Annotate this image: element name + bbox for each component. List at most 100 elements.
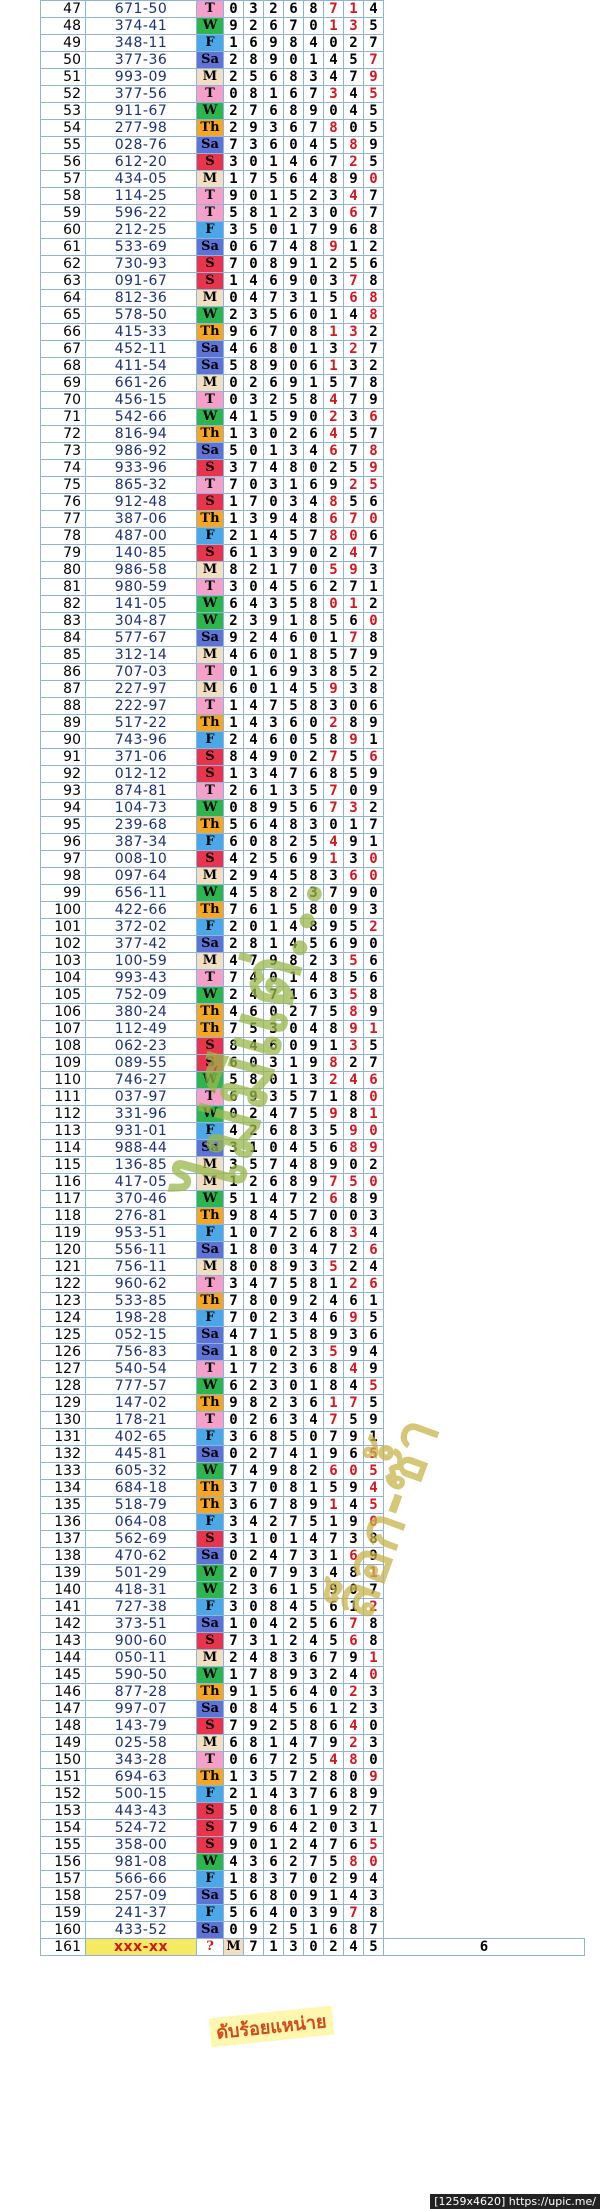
digit-cell: 2 — [283, 1632, 304, 1650]
digit-cell: 8 — [343, 136, 364, 154]
digit-cell: 1 — [223, 1173, 244, 1191]
digit-cell: 4 — [323, 425, 344, 443]
digit-cell: 0 — [243, 918, 264, 936]
digit-cell: 5 — [283, 187, 304, 205]
digit-cell: 7 — [243, 102, 264, 120]
digit-cell: 0 — [243, 1598, 264, 1616]
digit-cell: 6 — [223, 1054, 244, 1072]
digit-cell: 9 — [263, 510, 284, 528]
digit-cell: 4 — [363, 1870, 384, 1888]
table-row: 65 578-50 W 2 3 5 6 0 1 4 8 — [40, 306, 585, 324]
digit-cell: 3 — [243, 0, 264, 18]
table-row: 89 517-22 Th 1 4 3 6 0 2 8 9 — [40, 714, 585, 732]
digit-cell: 5 — [283, 697, 304, 715]
digit-cell: 0 — [243, 1054, 264, 1072]
digit-cell: 3 — [223, 1479, 244, 1497]
digit-cell: 7 — [323, 1836, 344, 1854]
digit-cell: 8 — [283, 459, 304, 477]
table-row: 74 933-96 S 3 7 4 8 0 2 5 9 — [40, 459, 585, 477]
digit-cell: 7 — [223, 255, 244, 273]
digit-cell: 5 — [363, 153, 384, 171]
row-number: 62 — [40, 255, 86, 273]
digit-cell: 2 — [263, 0, 284, 18]
digit-cell: 0 — [343, 1581, 364, 1599]
digit-cell: 7 — [263, 1751, 284, 1769]
row-number: 155 — [40, 1836, 86, 1854]
digit-cell: 7 — [223, 1819, 244, 1837]
digit-cell: 5 — [303, 1105, 324, 1123]
digit-cell: 8 — [323, 765, 344, 783]
row-number: 143 — [40, 1632, 86, 1650]
day-badge: F — [196, 731, 224, 749]
digit-cell: 1 — [243, 1683, 264, 1701]
digit-cell: 9 — [323, 1105, 344, 1123]
digit-cell: 7 — [263, 1496, 284, 1514]
day-badge: Th — [196, 901, 224, 919]
digit-cell: 2 — [363, 595, 384, 613]
table-row: 117 370-46 W 5 1 4 7 2 6 8 9 — [40, 1190, 585, 1208]
day-badge: S — [196, 1632, 224, 1650]
digit-cell: 2 — [243, 1105, 264, 1123]
digit-cell: 9 — [343, 1020, 364, 1038]
digit-cell: 5 — [303, 1751, 324, 1769]
digit-cell: 0 — [263, 646, 284, 664]
digit-cell: 4 — [323, 833, 344, 851]
table-row: 109 089-55 S 6 0 3 1 9 8 2 7 — [40, 1054, 585, 1072]
table-row: 150 343-28 T 0 6 7 2 5 4 8 0 — [40, 1751, 585, 1769]
digit-cell: 2 — [243, 1377, 264, 1395]
digit-cell: 3 — [343, 1530, 364, 1548]
result-pair: 417-05 — [85, 1173, 197, 1191]
table-row: 149 025-58 M 6 8 1 4 7 9 2 3 — [40, 1734, 585, 1752]
row-number: 125 — [40, 1326, 86, 1344]
digit-cell: 8 — [303, 0, 324, 18]
digit-cell: 4 — [223, 340, 244, 358]
digit-cell: 7 — [363, 1581, 384, 1599]
digit-cell: 9 — [283, 374, 304, 392]
digit-cell: 6 — [243, 782, 264, 800]
digit-cell: 4 — [363, 0, 384, 18]
table-row: 108 062-23 S 8 4 6 0 9 1 3 5 — [40, 1037, 585, 1055]
row-number: 137 — [40, 1530, 86, 1548]
digit-cell: 3 — [223, 1156, 244, 1174]
digit-cell: 5 — [303, 1615, 324, 1633]
table-row: 84 577-67 Sa 9 2 4 6 0 1 7 8 — [40, 629, 585, 647]
table-row: 129 147-02 Th 9 8 2 3 6 1 7 5 — [40, 1394, 585, 1412]
digit-cell: 0 — [283, 136, 304, 154]
digit-cell: 6 — [323, 1598, 344, 1616]
digit-cell: 4 — [263, 1207, 284, 1225]
digit-cell: 8 — [263, 833, 284, 851]
day-badge: M — [196, 374, 224, 392]
digit-cell: 7 — [343, 272, 364, 290]
row-number: 154 — [40, 1819, 86, 1837]
digit-cell: 4 — [303, 969, 324, 987]
digit-cell: 3 — [303, 1071, 324, 1089]
digit-cell: 4 — [263, 867, 284, 885]
result-pair: 578-50 — [85, 306, 197, 324]
digit-cell: 0 — [303, 408, 324, 426]
digit-cell: 5 — [363, 1462, 384, 1480]
digit-cell: 6 — [343, 1445, 364, 1463]
digit-cell: 6 — [323, 442, 344, 460]
digit-cell: 9 — [343, 731, 364, 749]
row-number: 47 — [40, 0, 86, 18]
digit-cell: 4 — [283, 153, 304, 171]
digit-cell: 2 — [263, 1921, 284, 1939]
day-badge: T — [196, 204, 224, 222]
digit-cell: 9 — [363, 1768, 384, 1786]
row-number: 161 — [40, 1938, 86, 1956]
digit-cell: 4 — [283, 1445, 304, 1463]
digit-cell: 4 — [323, 1292, 344, 1310]
digit-cell: 4 — [343, 544, 364, 562]
day-badge: T — [196, 391, 224, 409]
digit-cell: 8 — [303, 595, 324, 613]
digit-cell: 9 — [323, 680, 344, 698]
row-number: 69 — [40, 374, 86, 392]
row-number: 49 — [40, 34, 86, 52]
digit-cell: 2 — [323, 714, 344, 732]
digit-cell: 4 — [343, 1496, 364, 1514]
digit-cell: 6 — [283, 306, 304, 324]
table-row: 134 684-18 Th 3 7 0 8 1 5 9 4 — [40, 1479, 585, 1497]
day-badge: S — [196, 459, 224, 477]
digit-cell: 1 — [283, 1054, 304, 1072]
digit-cell: 6 — [363, 969, 384, 987]
